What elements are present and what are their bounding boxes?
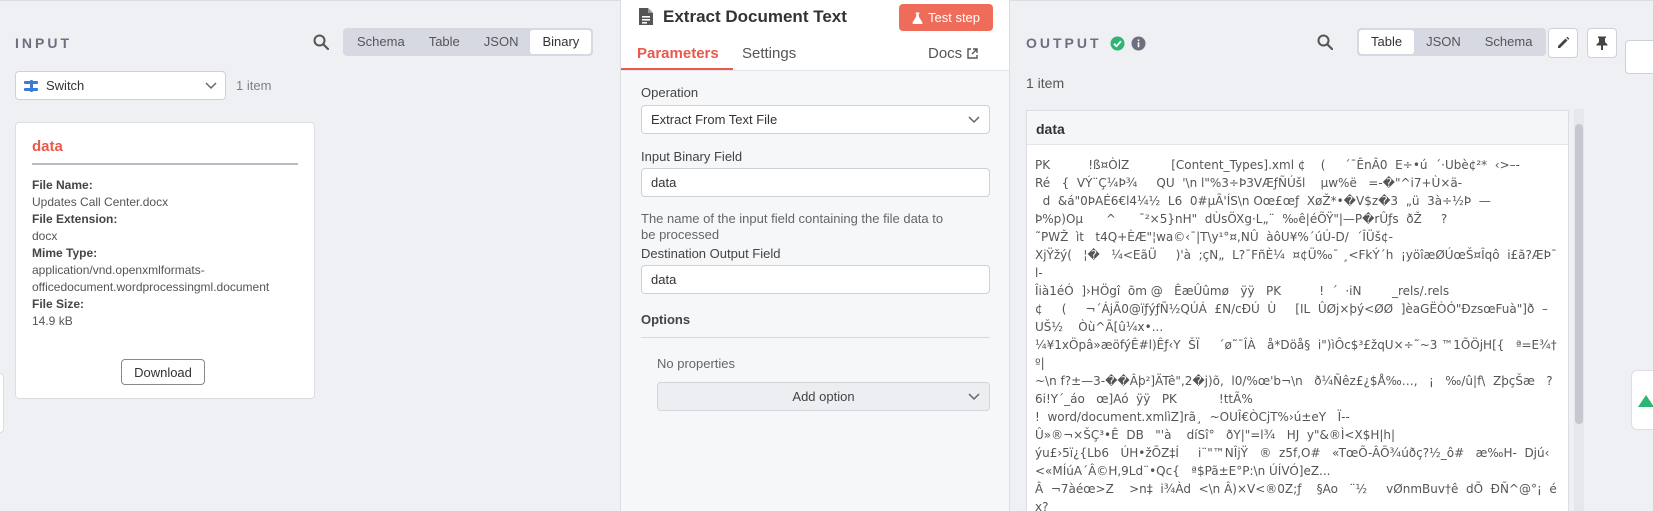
mime-type-line-2: officedocument.wordprocessingml.document bbox=[32, 280, 270, 294]
input-item-count: 1 item bbox=[236, 78, 272, 93]
output-cell-data: PK !ß¤ÒlZ [Content_Types].xml ¢ ( ´¯ÊnÂ0… bbox=[1035, 158, 1557, 511]
input-panel: INPUT Schema Table JSON Binary Switch 1 … bbox=[0, 0, 620, 511]
right-edge-handle[interactable] bbox=[1625, 40, 1653, 74]
file-ext-value: docx bbox=[32, 229, 58, 243]
output-view-table[interactable]: Table bbox=[1359, 30, 1415, 54]
external-link-icon bbox=[967, 48, 978, 59]
binary-card-title: data bbox=[32, 138, 298, 165]
next-node-handle[interactable] bbox=[1631, 370, 1653, 430]
input-view-json[interactable]: JSON bbox=[472, 30, 531, 54]
file-ext-label: File Extension: bbox=[32, 212, 118, 226]
output-view-switcher: Table JSON Schema bbox=[1357, 28, 1547, 56]
no-properties-text: No properties bbox=[657, 356, 736, 371]
add-option-label: Add option bbox=[792, 389, 855, 404]
tab-parameters[interactable]: Parameters bbox=[637, 45, 719, 62]
options-divider bbox=[641, 337, 990, 338]
file-text-icon bbox=[638, 7, 654, 26]
chevron-down-icon bbox=[968, 115, 980, 124]
input-view-schema[interactable]: Schema bbox=[345, 30, 417, 54]
parameters-form: Operation Extract From Text File Input B… bbox=[621, 71, 1009, 511]
edit-output-button[interactable] bbox=[1548, 28, 1578, 58]
input-view-switcher: Schema Table JSON Binary bbox=[343, 28, 594, 56]
left-edge-handle[interactable] bbox=[0, 373, 4, 433]
input-title: INPUT bbox=[15, 35, 72, 51]
source-node-label: Switch bbox=[46, 78, 85, 93]
destination-field-label: Destination Output Field bbox=[641, 246, 781, 261]
search-icon[interactable] bbox=[1315, 32, 1335, 52]
test-step-label: Test step bbox=[927, 10, 981, 25]
output-view-schema[interactable]: Schema bbox=[1473, 30, 1545, 54]
flask-icon bbox=[912, 12, 923, 24]
node-settings-panel: Extract Document Text Test step Paramete… bbox=[620, 0, 1010, 511]
output-scrollbar-thumb[interactable] bbox=[1575, 124, 1583, 424]
input-view-table[interactable]: Table bbox=[417, 30, 472, 54]
info-icon[interactable] bbox=[1131, 36, 1146, 51]
source-node-select[interactable]: Switch bbox=[15, 71, 226, 100]
operation-value: Extract From Text File bbox=[651, 112, 778, 127]
mime-type-line-1: application/vnd.openxmlformats- bbox=[32, 263, 205, 277]
docs-link[interactable]: Docs bbox=[928, 45, 978, 62]
pencil-icon bbox=[1556, 36, 1570, 50]
tab-settings[interactable]: Settings bbox=[742, 45, 796, 62]
test-step-button[interactable]: Test step bbox=[899, 4, 993, 31]
node-title: Extract Document Text bbox=[663, 7, 847, 26]
download-button[interactable]: Download bbox=[121, 359, 205, 385]
mime-type-label: Mime Type: bbox=[32, 246, 98, 260]
pin-icon bbox=[1596, 36, 1608, 50]
check-circle-icon bbox=[1110, 36, 1125, 51]
docs-label: Docs bbox=[928, 45, 963, 62]
pin-data-button[interactable] bbox=[1587, 28, 1617, 58]
node-header: Extract Document Text Test step Paramete… bbox=[621, 0, 1009, 71]
binary-field-input[interactable]: data bbox=[641, 168, 990, 197]
output-table: data PK !ß¤ÒlZ [Content_Types].xml ¢ ( ´… bbox=[1026, 110, 1569, 511]
output-item-count: 1 item bbox=[1026, 75, 1065, 91]
operation-label: Operation bbox=[641, 85, 699, 100]
file-name-label: File Name: bbox=[32, 178, 93, 192]
destination-field-input[interactable]: data bbox=[641, 265, 990, 294]
chevron-down-icon bbox=[968, 393, 980, 401]
input-view-binary[interactable]: Binary bbox=[530, 30, 592, 54]
switch-icon bbox=[24, 79, 38, 92]
output-panel: OUTPUT Table JSON Schema 1 item data PK … bbox=[1010, 0, 1653, 511]
chevron-down-icon bbox=[205, 81, 217, 90]
output-column-header: data bbox=[1027, 111, 1568, 145]
search-icon[interactable] bbox=[311, 32, 331, 52]
output-view-json[interactable]: JSON bbox=[1414, 30, 1473, 54]
add-option-button[interactable]: Add option bbox=[657, 382, 990, 411]
binary-field-hint: The name of the input field containing t… bbox=[641, 211, 944, 242]
file-name-value: Updates Call Center.docx bbox=[32, 195, 169, 209]
output-title: OUTPUT bbox=[1026, 35, 1102, 51]
file-size-label: File Size: bbox=[32, 297, 85, 311]
operation-select[interactable]: Extract From Text File bbox=[641, 105, 990, 134]
binary-field-label: Input Binary Field bbox=[641, 149, 743, 164]
options-title: Options bbox=[641, 312, 691, 327]
binary-file-card: data File Name: Updates Call Center.docx… bbox=[15, 122, 315, 399]
file-size-value: 14.9 kB bbox=[32, 314, 73, 328]
